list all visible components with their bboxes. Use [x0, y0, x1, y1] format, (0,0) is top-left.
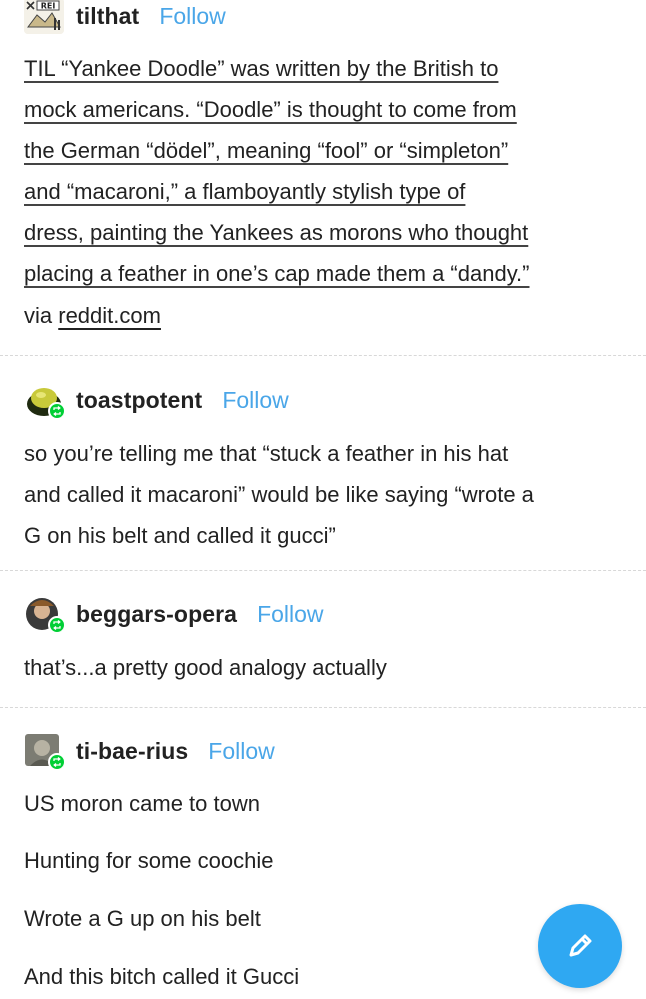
post-divider: [0, 570, 646, 571]
post-divider: [0, 707, 646, 708]
tilthat-avatar-icon: REI: [24, 0, 64, 34]
body-line: G on his belt and called it gucci”: [24, 523, 336, 548]
reblog-icon: [48, 753, 64, 769]
post-header: ti-bae-rius Follow: [24, 733, 275, 769]
body-line: so you’re telling me that “stuck a feath…: [24, 441, 509, 466]
body-line[interactable]: TIL “Yankee Doodle” was written by the B…: [24, 48, 624, 89]
body-line[interactable]: and “macaroni,” a flamboyantly stylish t…: [24, 171, 624, 212]
username[interactable]: tilthat: [76, 3, 139, 30]
follow-button[interactable]: Follow: [208, 738, 274, 765]
post-body: TIL “Yankee Doodle” was written by the B…: [24, 48, 624, 294]
reblog-icon: [48, 616, 64, 632]
avatar[interactable]: REI: [24, 0, 64, 34]
svg-text:REI: REI: [41, 2, 56, 11]
avatar[interactable]: [24, 382, 64, 418]
body-line[interactable]: the German “dödel”, meaning “fool” or “s…: [24, 130, 624, 171]
body-line: Wrote a G up on his belt: [24, 906, 261, 931]
username[interactable]: ti-bae-rius: [76, 738, 188, 765]
reblog-icon: [48, 402, 64, 418]
body-line[interactable]: mock americans. “Doodle” is thought to c…: [24, 89, 624, 130]
avatar[interactable]: [24, 596, 64, 632]
body-line[interactable]: dress, painting the Yankees as morons wh…: [24, 212, 624, 253]
source-link[interactable]: reddit.com: [58, 303, 161, 328]
body-line: US moron came to town: [24, 791, 260, 816]
follow-button[interactable]: Follow: [159, 3, 225, 30]
via-label: via: [24, 303, 53, 328]
username[interactable]: beggars-opera: [76, 601, 237, 628]
body-line: and called it macaroni” would be like sa…: [24, 482, 534, 507]
body-line: Hunting for some coochie: [24, 848, 274, 873]
username[interactable]: toastpotent: [76, 387, 202, 414]
post-header: beggars-opera Follow: [24, 596, 324, 632]
post-header: REI tilthat Follow: [24, 0, 226, 34]
post-body: so you’re telling me that “stuck a feath…: [24, 433, 624, 556]
post-divider: [0, 355, 646, 356]
pencil-icon: [569, 934, 592, 957]
body-line[interactable]: placing a feather in one’s cap made them…: [24, 253, 624, 294]
follow-button[interactable]: Follow: [257, 601, 323, 628]
post-header: toastpotent Follow: [24, 382, 289, 418]
tumblr-thread: REI tilthat Follow TIL “Yankee Doodle” w…: [0, 0, 646, 999]
avatar[interactable]: [24, 733, 64, 769]
body-line: that’s...a pretty good analogy actually: [24, 655, 387, 680]
source-attribution: via reddit.com: [24, 303, 161, 329]
compose-button[interactable]: [538, 904, 622, 988]
body-line: And this bitch called it Gucci: [24, 964, 300, 989]
post-body: that’s...a pretty good analogy actually: [24, 655, 387, 681]
follow-button[interactable]: Follow: [222, 387, 288, 414]
